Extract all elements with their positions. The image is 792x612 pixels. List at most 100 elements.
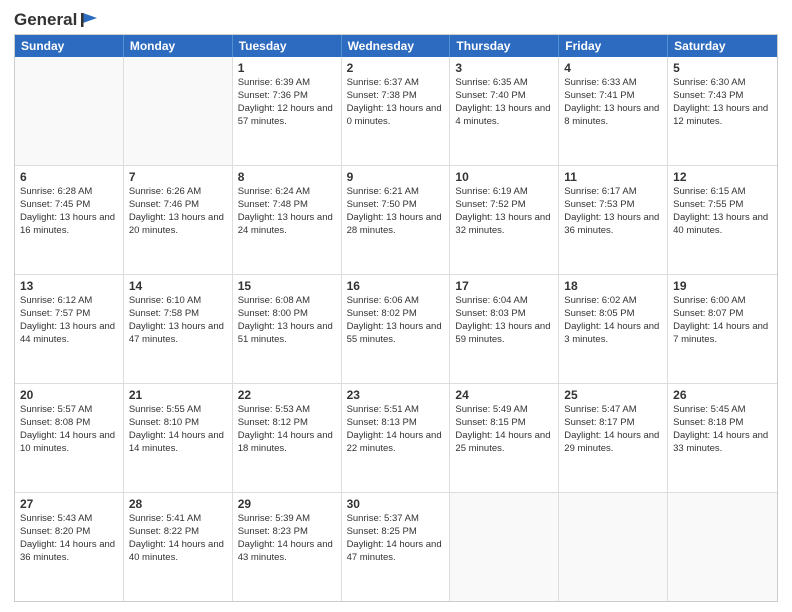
day-cell-7: 7Sunrise: 6:26 AMSunset: 7:46 PMDaylight… xyxy=(124,166,233,274)
day-number: 11 xyxy=(564,169,662,185)
sunrise-text: Sunrise: 6:28 AM xyxy=(20,186,118,199)
day-number: 28 xyxy=(129,496,227,512)
calendar-week-1: 1Sunrise: 6:39 AMSunset: 7:36 PMDaylight… xyxy=(15,57,777,165)
sunset-text: Sunset: 7:57 PM xyxy=(20,308,118,321)
sunrise-text: Sunrise: 5:39 AM xyxy=(238,513,336,526)
day-number: 4 xyxy=(564,60,662,76)
daylight-text: Daylight: 14 hours and 47 minutes. xyxy=(347,539,445,565)
sunset-text: Sunset: 8:17 PM xyxy=(564,417,662,430)
calendar: SundayMondayTuesdayWednesdayThursdayFrid… xyxy=(14,34,778,602)
daylight-text: Daylight: 14 hours and 25 minutes. xyxy=(455,430,553,456)
day-number: 27 xyxy=(20,496,118,512)
sunset-text: Sunset: 8:23 PM xyxy=(238,526,336,539)
daylight-text: Daylight: 14 hours and 3 minutes. xyxy=(564,321,662,347)
day-number: 30 xyxy=(347,496,445,512)
day-number: 8 xyxy=(238,169,336,185)
daylight-text: Daylight: 13 hours and 44 minutes. xyxy=(20,321,118,347)
sunset-text: Sunset: 7:58 PM xyxy=(129,308,227,321)
day-header-friday: Friday xyxy=(559,35,668,57)
calendar-week-5: 27Sunrise: 5:43 AMSunset: 8:20 PMDayligh… xyxy=(15,492,777,601)
daylight-text: Daylight: 14 hours and 40 minutes. xyxy=(129,539,227,565)
day-cell-20: 20Sunrise: 5:57 AMSunset: 8:08 PMDayligh… xyxy=(15,384,124,492)
daylight-text: Daylight: 14 hours and 10 minutes. xyxy=(20,430,118,456)
sunset-text: Sunset: 7:48 PM xyxy=(238,199,336,212)
day-number: 21 xyxy=(129,387,227,403)
day-cell-11: 11Sunrise: 6:17 AMSunset: 7:53 PMDayligh… xyxy=(559,166,668,274)
sunrise-text: Sunrise: 6:12 AM xyxy=(20,295,118,308)
logo-flag-icon xyxy=(79,12,97,28)
sunrise-text: Sunrise: 6:00 AM xyxy=(673,295,772,308)
day-cell-5: 5Sunrise: 6:30 AMSunset: 7:43 PMDaylight… xyxy=(668,57,777,165)
sunset-text: Sunset: 7:50 PM xyxy=(347,199,445,212)
daylight-text: Daylight: 14 hours and 18 minutes. xyxy=(238,430,336,456)
sunrise-text: Sunrise: 6:02 AM xyxy=(564,295,662,308)
day-cell-17: 17Sunrise: 6:04 AMSunset: 8:03 PMDayligh… xyxy=(450,275,559,383)
day-number: 1 xyxy=(238,60,336,76)
day-cell-19: 19Sunrise: 6:00 AMSunset: 8:07 PMDayligh… xyxy=(668,275,777,383)
day-number: 10 xyxy=(455,169,553,185)
sunrise-text: Sunrise: 6:24 AM xyxy=(238,186,336,199)
sunrise-text: Sunrise: 5:37 AM xyxy=(347,513,445,526)
daylight-text: Daylight: 13 hours and 40 minutes. xyxy=(673,212,772,238)
day-cell-30: 30Sunrise: 5:37 AMSunset: 8:25 PMDayligh… xyxy=(342,493,451,601)
sunset-text: Sunset: 7:45 PM xyxy=(20,199,118,212)
sunset-text: Sunset: 8:15 PM xyxy=(455,417,553,430)
day-number: 18 xyxy=(564,278,662,294)
sunset-text: Sunset: 7:55 PM xyxy=(673,199,772,212)
sunrise-text: Sunrise: 5:57 AM xyxy=(20,404,118,417)
day-cell-22: 22Sunrise: 5:53 AMSunset: 8:12 PMDayligh… xyxy=(233,384,342,492)
daylight-text: Daylight: 13 hours and 59 minutes. xyxy=(455,321,553,347)
sunset-text: Sunset: 7:53 PM xyxy=(564,199,662,212)
sunrise-text: Sunrise: 6:21 AM xyxy=(347,186,445,199)
day-header-monday: Monday xyxy=(124,35,233,57)
daylight-text: Daylight: 13 hours and 8 minutes. xyxy=(564,103,662,129)
calendar-week-3: 13Sunrise: 6:12 AMSunset: 7:57 PMDayligh… xyxy=(15,274,777,383)
sunset-text: Sunset: 8:03 PM xyxy=(455,308,553,321)
day-number: 16 xyxy=(347,278,445,294)
empty-cell xyxy=(450,493,559,601)
day-number: 24 xyxy=(455,387,553,403)
sunrise-text: Sunrise: 5:55 AM xyxy=(129,404,227,417)
day-cell-4: 4Sunrise: 6:33 AMSunset: 7:41 PMDaylight… xyxy=(559,57,668,165)
day-cell-28: 28Sunrise: 5:41 AMSunset: 8:22 PMDayligh… xyxy=(124,493,233,601)
day-cell-21: 21Sunrise: 5:55 AMSunset: 8:10 PMDayligh… xyxy=(124,384,233,492)
day-header-wednesday: Wednesday xyxy=(342,35,451,57)
page: General SundayMondayTuesdayWednesdayThur… xyxy=(0,0,792,612)
sunset-text: Sunset: 7:38 PM xyxy=(347,90,445,103)
day-number: 15 xyxy=(238,278,336,294)
day-cell-25: 25Sunrise: 5:47 AMSunset: 8:17 PMDayligh… xyxy=(559,384,668,492)
daylight-text: Daylight: 14 hours and 7 minutes. xyxy=(673,321,772,347)
daylight-text: Daylight: 12 hours and 57 minutes. xyxy=(238,103,336,129)
sunrise-text: Sunrise: 6:35 AM xyxy=(455,77,553,90)
daylight-text: Daylight: 14 hours and 33 minutes. xyxy=(673,430,772,456)
sunrise-text: Sunrise: 6:26 AM xyxy=(129,186,227,199)
day-number: 23 xyxy=(347,387,445,403)
sunset-text: Sunset: 8:13 PM xyxy=(347,417,445,430)
sunset-text: Sunset: 8:20 PM xyxy=(20,526,118,539)
sunrise-text: Sunrise: 6:19 AM xyxy=(455,186,553,199)
sunset-text: Sunset: 8:07 PM xyxy=(673,308,772,321)
day-number: 3 xyxy=(455,60,553,76)
calendar-week-2: 6Sunrise: 6:28 AMSunset: 7:45 PMDaylight… xyxy=(15,165,777,274)
sunset-text: Sunset: 8:12 PM xyxy=(238,417,336,430)
day-cell-18: 18Sunrise: 6:02 AMSunset: 8:05 PMDayligh… xyxy=(559,275,668,383)
day-cell-26: 26Sunrise: 5:45 AMSunset: 8:18 PMDayligh… xyxy=(668,384,777,492)
day-cell-10: 10Sunrise: 6:19 AMSunset: 7:52 PMDayligh… xyxy=(450,166,559,274)
day-number: 12 xyxy=(673,169,772,185)
day-number: 9 xyxy=(347,169,445,185)
daylight-text: Daylight: 13 hours and 24 minutes. xyxy=(238,212,336,238)
day-number: 20 xyxy=(20,387,118,403)
day-cell-3: 3Sunrise: 6:35 AMSunset: 7:40 PMDaylight… xyxy=(450,57,559,165)
day-header-tuesday: Tuesday xyxy=(233,35,342,57)
day-cell-2: 2Sunrise: 6:37 AMSunset: 7:38 PMDaylight… xyxy=(342,57,451,165)
sunset-text: Sunset: 8:02 PM xyxy=(347,308,445,321)
sunrise-text: Sunrise: 5:47 AM xyxy=(564,404,662,417)
day-cell-14: 14Sunrise: 6:10 AMSunset: 7:58 PMDayligh… xyxy=(124,275,233,383)
day-cell-23: 23Sunrise: 5:51 AMSunset: 8:13 PMDayligh… xyxy=(342,384,451,492)
day-number: 29 xyxy=(238,496,336,512)
daylight-text: Daylight: 14 hours and 36 minutes. xyxy=(20,539,118,565)
sunrise-text: Sunrise: 5:45 AM xyxy=(673,404,772,417)
daylight-text: Daylight: 14 hours and 29 minutes. xyxy=(564,430,662,456)
daylight-text: Daylight: 13 hours and 20 minutes. xyxy=(129,212,227,238)
sunrise-text: Sunrise: 6:06 AM xyxy=(347,295,445,308)
